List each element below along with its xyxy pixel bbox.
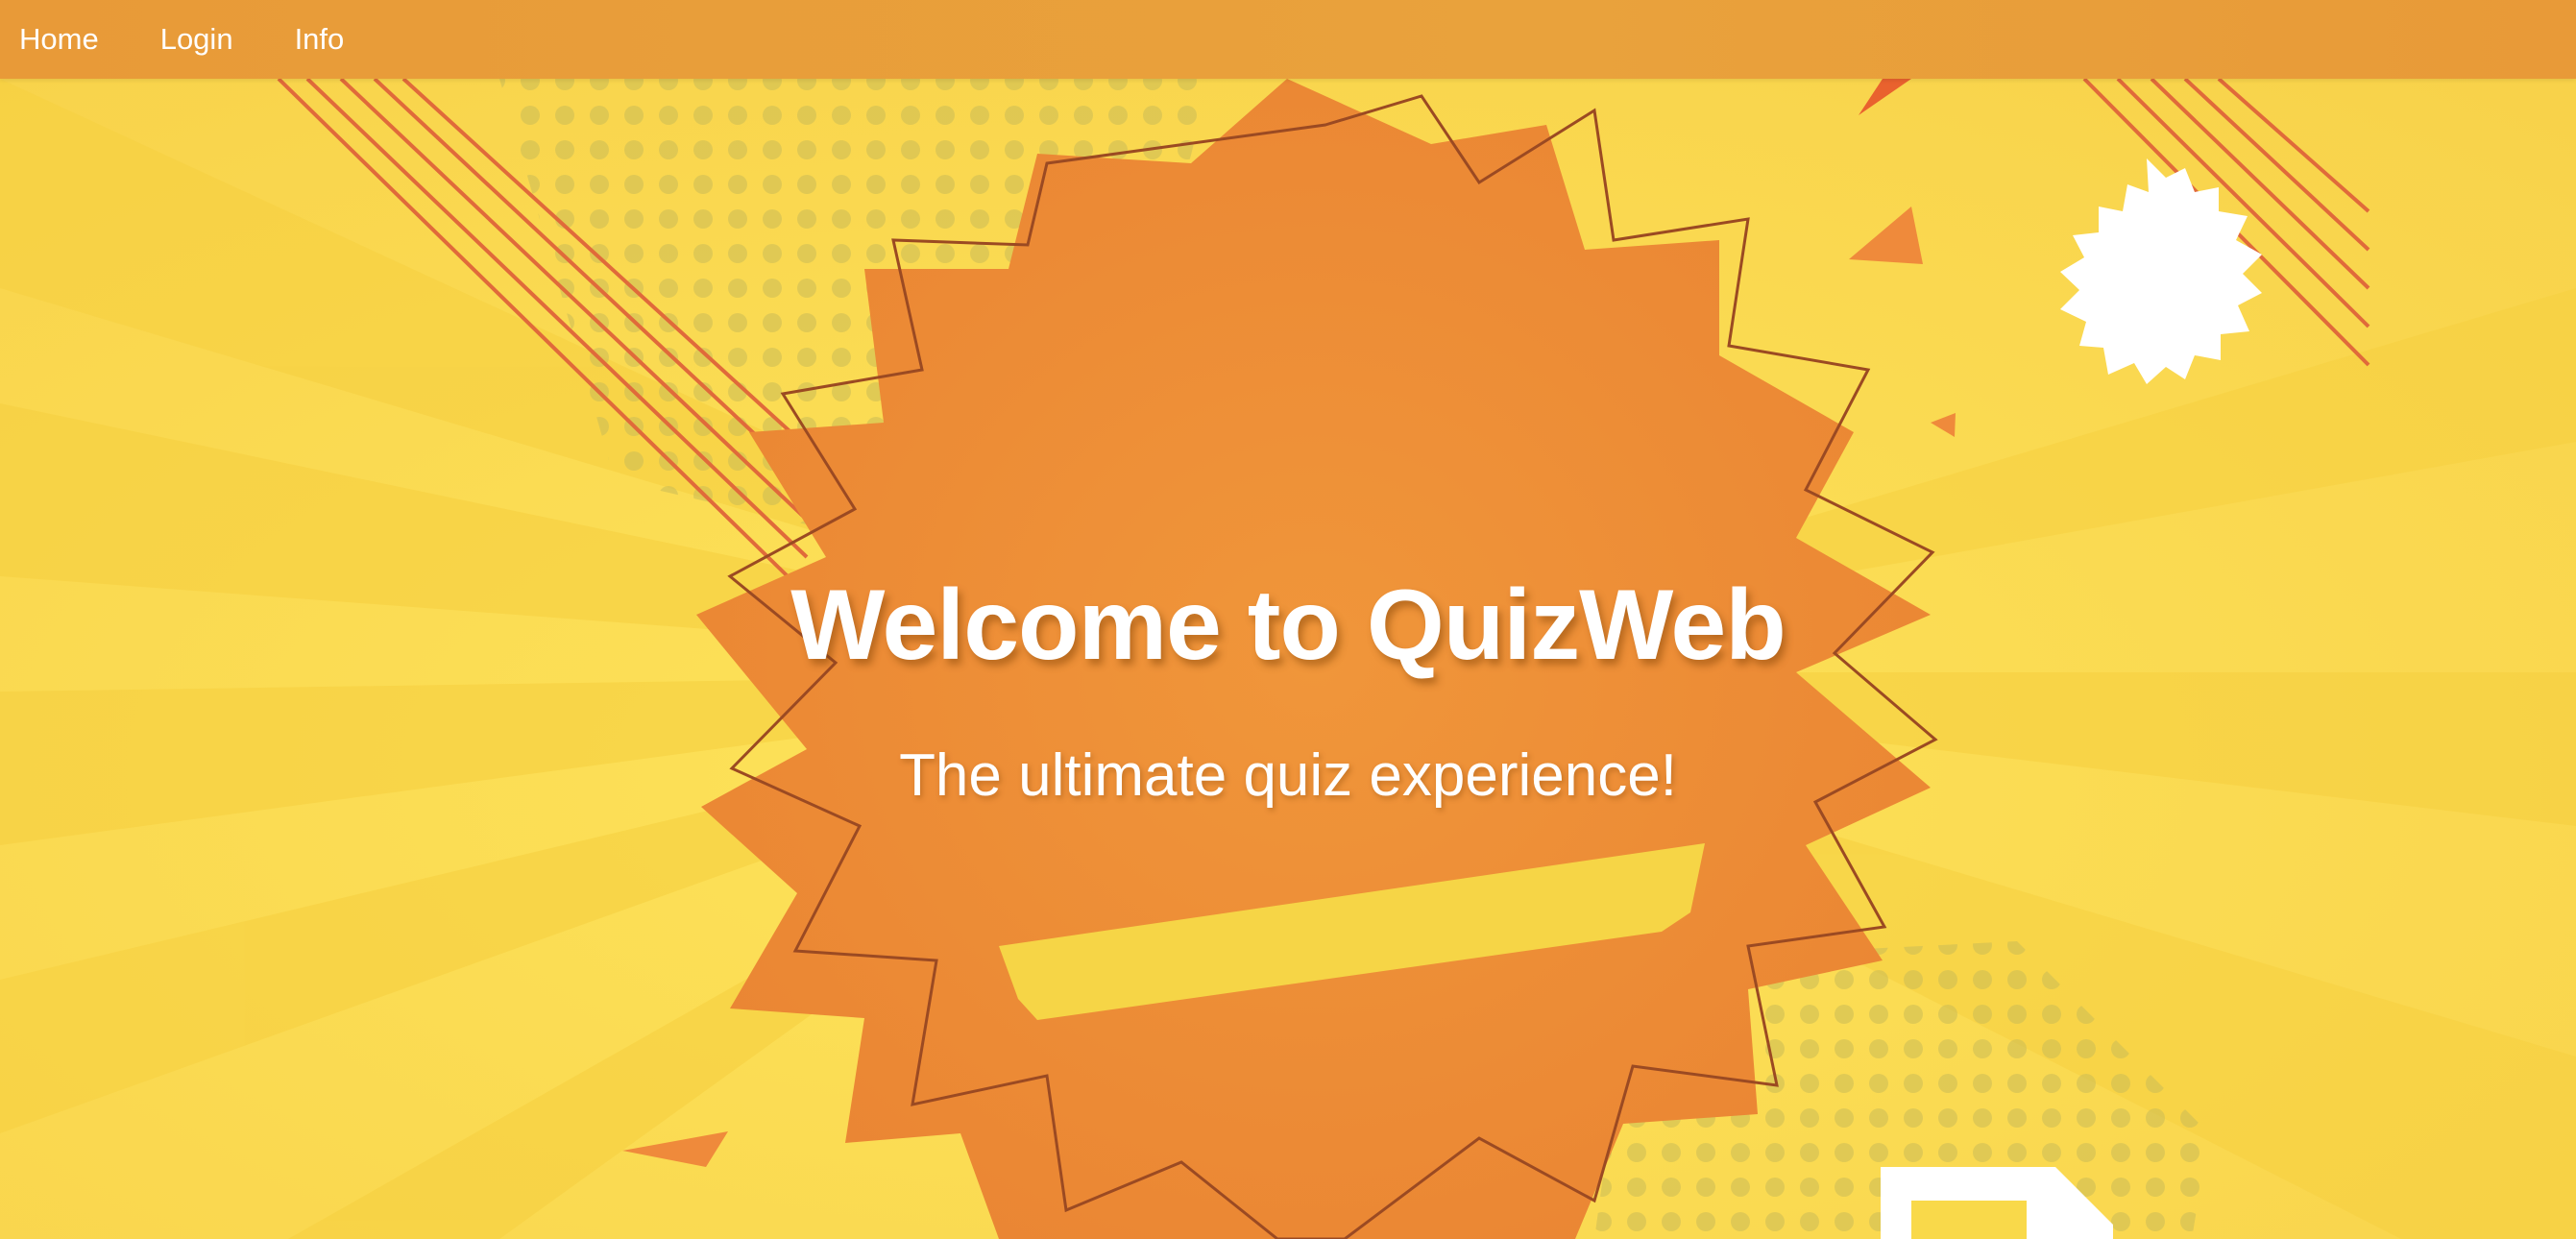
hero-title: Welcome to QuizWeb xyxy=(790,570,1786,681)
hero-subtitle: The ultimate quiz experience! xyxy=(899,742,1677,809)
top-navbar: Home Login Info xyxy=(0,0,2576,79)
nav-login-link[interactable]: Login xyxy=(160,22,233,57)
nav-home-link[interactable]: Home xyxy=(19,22,99,57)
nav-info-link[interactable]: Info xyxy=(295,22,345,57)
hero-banner: Welcome to QuizWeb The ultimate quiz exp… xyxy=(0,79,2576,1239)
